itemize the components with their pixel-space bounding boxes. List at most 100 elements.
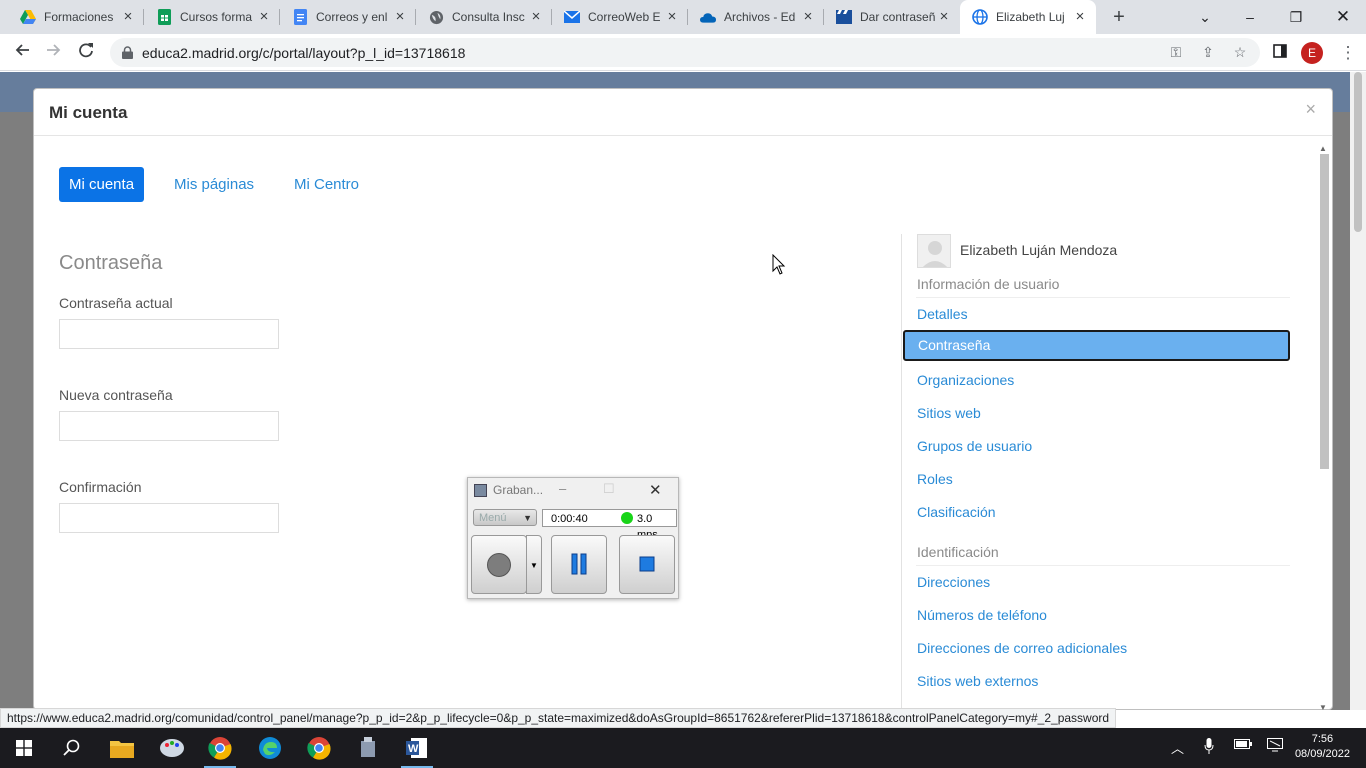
close-tab-icon[interactable]: × xyxy=(1072,9,1088,25)
tab-mi-cuenta[interactable]: Mi cuenta xyxy=(59,167,145,202)
profile-avatar[interactable]: E xyxy=(1301,42,1323,64)
user-info-header: Información de usuario xyxy=(916,276,1290,298)
stop-button[interactable] xyxy=(619,535,675,594)
taskbar-recorder[interactable] xyxy=(344,728,392,768)
key-icon[interactable]: ⚿ xyxy=(1167,43,1185,61)
chrome-menu-icon[interactable]: ⋮ xyxy=(1336,41,1360,65)
restore-window-button[interactable]: ❐ xyxy=(1284,6,1308,28)
address-bar[interactable]: educa2.madrid.org/c/portal/layout?p_l_id… xyxy=(110,38,1260,67)
clock-date: 08/09/2022 xyxy=(1294,748,1350,760)
tab-formaciones[interactable]: Formaciones × xyxy=(8,0,144,34)
google-drive-icon xyxy=(20,9,36,25)
section-title: Contraseña xyxy=(59,252,163,274)
taskbar-chrome[interactable] xyxy=(295,728,343,768)
scroll-down-icon[interactable]: ▼ xyxy=(1319,703,1327,710)
battery-icon[interactable] xyxy=(1234,738,1252,753)
menu-item-label: Contraseña xyxy=(918,337,991,353)
taskbar-chrome-profile[interactable] xyxy=(196,728,244,768)
close-tab-icon[interactable]: × xyxy=(120,9,136,25)
menu-item-telefonos[interactable]: Números de teléfono xyxy=(917,607,1047,623)
menu-item-correos-adicionales[interactable]: Direcciones de correo adicionales xyxy=(917,640,1127,656)
show-hidden-icons-chevron-icon[interactable]: ︿ xyxy=(1171,738,1184,757)
taskbar-file-explorer[interactable] xyxy=(98,728,146,768)
close-tab-icon[interactable]: × xyxy=(664,9,680,25)
tab-dar-contrasena[interactable]: Dar contraseñ × xyxy=(824,0,960,34)
chevron-down-icon: ▼ xyxy=(523,513,532,523)
globe-icon xyxy=(428,9,444,25)
google-docs-icon xyxy=(292,9,308,25)
record-options-dropdown[interactable]: ▼ xyxy=(526,535,542,594)
confirm-password-label: Confirmación xyxy=(59,479,142,495)
record-button[interactable] xyxy=(471,535,527,594)
tab-archivos[interactable]: Archivos - Ed × xyxy=(688,0,824,34)
tab-search-chevron-icon[interactable]: ⌄ xyxy=(1193,6,1217,28)
scroll-thumb[interactable] xyxy=(1320,154,1329,469)
recorder-close-button[interactable]: ✕ xyxy=(649,481,662,499)
elapsed-time: 0:00:40 xyxy=(551,513,588,525)
page-overlay: Mi cuenta × Mi cuenta Mis páginas Mi Cen… xyxy=(0,72,1366,710)
bookmark-star-icon[interactable]: ☆ xyxy=(1231,43,1249,61)
reload-button[interactable] xyxy=(74,41,98,65)
side-panel-button[interactable] xyxy=(1268,41,1292,65)
close-tab-icon[interactable]: × xyxy=(256,9,272,25)
dialog-title: Mi cuenta xyxy=(49,103,128,122)
dialog-scrollbar[interactable]: ▲ ▼ xyxy=(1317,144,1329,710)
close-window-button[interactable]: ✕ xyxy=(1331,6,1355,28)
close-tab-icon[interactable]: × xyxy=(392,9,408,25)
recorder-minimize-button[interactable]: – xyxy=(559,481,566,496)
close-tab-icon[interactable]: × xyxy=(936,9,952,25)
tab-cursos[interactable]: Cursos forma × xyxy=(144,0,280,34)
microphone-icon[interactable] xyxy=(1204,738,1214,757)
share-icon[interactable]: ⇪ xyxy=(1199,43,1217,61)
page-scrollbar[interactable] xyxy=(1350,72,1366,710)
dialog-header: Mi cuenta × xyxy=(34,89,1332,136)
clapperboard-icon xyxy=(836,9,852,25)
current-password-input[interactable] xyxy=(59,319,279,349)
reload-icon xyxy=(79,43,93,58)
display-settings-icon[interactable] xyxy=(1267,738,1283,755)
taskbar-word[interactable]: W xyxy=(393,728,441,768)
google-sheets-icon xyxy=(156,9,172,25)
scroll-up-icon[interactable]: ▲ xyxy=(1319,144,1327,153)
menu-item-detalles[interactable]: Detalles xyxy=(917,306,968,322)
menu-item-roles[interactable]: Roles xyxy=(917,471,953,487)
minimize-window-button[interactable]: – xyxy=(1238,6,1262,28)
search-button[interactable] xyxy=(48,728,96,768)
menu-item-sitios-web[interactable]: Sitios web xyxy=(917,405,981,421)
chrome-icon xyxy=(307,737,331,760)
tab-title: Archivos - Ed xyxy=(724,10,796,24)
recorder-menu-dropdown[interactable]: Menú ▼ xyxy=(473,509,537,526)
browser-toolbar: educa2.madrid.org/c/portal/layout?p_l_id… xyxy=(0,34,1366,71)
pause-button[interactable] xyxy=(551,535,607,594)
start-button[interactable] xyxy=(0,728,48,768)
mail-icon xyxy=(564,9,580,25)
tab-correoweb[interactable]: CorreoWeb E × xyxy=(552,0,688,34)
forward-button[interactable] xyxy=(42,41,66,65)
close-tab-icon[interactable]: × xyxy=(800,9,816,25)
dialog-close-icon[interactable]: × xyxy=(1305,99,1316,120)
menu-item-contrasena-selected[interactable]: Contraseña xyxy=(903,330,1290,361)
tab-mis-paginas[interactable]: Mis páginas xyxy=(164,167,264,202)
menu-item-sitios-externos[interactable]: Sitios web externos xyxy=(917,673,1038,689)
status-bar-url: https://www.educa2.madrid.org/comunidad/… xyxy=(0,708,1117,728)
tab-consulta[interactable]: Consulta Insc × xyxy=(416,0,552,34)
close-tab-icon[interactable]: × xyxy=(528,9,544,25)
taskbar-edge[interactable] xyxy=(246,728,294,768)
menu-item-organizaciones[interactable]: Organizaciones xyxy=(917,372,1014,388)
recorder-maximize-button: ☐ xyxy=(603,481,615,496)
edge-icon xyxy=(259,737,281,759)
menu-item-grupos-usuario[interactable]: Grupos de usuario xyxy=(917,438,1032,454)
new-password-input[interactable] xyxy=(59,411,279,441)
back-button[interactable] xyxy=(10,41,34,65)
tab-correos[interactable]: Correos y enl × xyxy=(280,0,416,34)
tab-elizabeth-active[interactable]: Elizabeth Luj × xyxy=(960,0,1096,34)
recorder-menu-label: Menú xyxy=(479,512,507,524)
menu-item-clasificacion[interactable]: Clasificación xyxy=(917,504,996,520)
new-tab-button[interactable]: + xyxy=(1108,6,1130,28)
windows-logo-icon xyxy=(16,740,32,756)
taskbar-paint-app[interactable] xyxy=(148,728,196,768)
menu-item-direcciones[interactable]: Direcciones xyxy=(917,574,990,590)
confirm-password-input[interactable] xyxy=(59,503,279,533)
tab-mi-centro[interactable]: Mi Centro xyxy=(284,167,369,202)
system-clock[interactable]: 7:56 08/09/2022 xyxy=(1295,732,1350,762)
